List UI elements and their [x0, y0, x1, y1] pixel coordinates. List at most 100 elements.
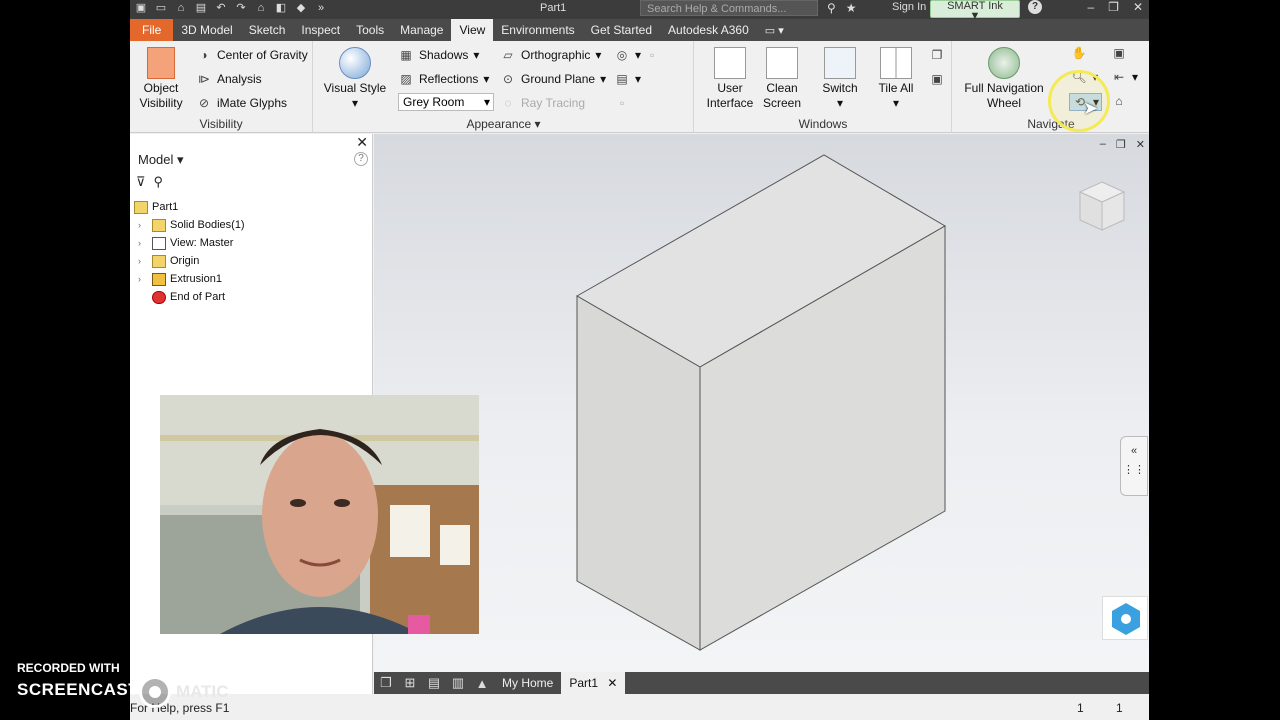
app-logo-icon[interactable]: ▣: [134, 1, 148, 15]
viewcube[interactable]: [1074, 178, 1130, 234]
tree-node-label: End of Part: [170, 291, 226, 303]
center-of-gravity-label: Center of Gravity: [217, 48, 308, 62]
arrange-up-icon[interactable]: ▲: [470, 676, 494, 691]
ray-tracing-button[interactable]: ◌ Ray Tracing: [500, 95, 585, 111]
browser-header[interactable]: Model ▾: [138, 152, 184, 168]
share-view-button[interactable]: [1102, 596, 1148, 640]
new-window-button[interactable]: ▣: [929, 71, 945, 87]
overflow-icon[interactable]: »: [314, 1, 328, 15]
tile-windows-icon[interactable]: ⊞: [398, 675, 422, 691]
open-icon[interactable]: ⌂: [174, 1, 188, 15]
shadows-button[interactable]: ▦ Shadows ▾: [398, 47, 479, 63]
home-icon[interactable]: ⌂: [254, 1, 268, 15]
tile-vertical-icon[interactable]: ▥: [446, 675, 470, 691]
screencast-logo-icon: [139, 676, 171, 708]
switch-button[interactable]: Switch ▾: [813, 47, 867, 111]
help-icon[interactable]: ?: [1028, 0, 1042, 14]
panel-title-windows: Windows: [798, 117, 848, 131]
close-icon[interactable]: ✕: [356, 134, 368, 151]
grip-icon[interactable]: ⋮⋮: [1121, 463, 1147, 476]
tree-node[interactable]: › Origin: [134, 252, 245, 270]
center-of-gravity-button[interactable]: ◑ Center of Gravity: [196, 47, 308, 63]
clean-screen-button[interactable]: Clean Screen: [755, 47, 809, 111]
filter-icon[interactable]: ⊽: [136, 174, 146, 190]
disabled-tool-button[interactable]: ▫: [614, 95, 630, 111]
cascade-button[interactable]: ❐: [929, 47, 945, 63]
tree-node[interactable]: › Solid Bodies(1): [134, 216, 245, 234]
tab-inspect[interactable]: Inspect: [293, 19, 348, 41]
tab-manage[interactable]: Manage: [392, 19, 451, 41]
tab-part1[interactable]: Part1 ✕: [561, 672, 626, 694]
tab-get-started[interactable]: Get Started: [583, 19, 660, 41]
tab-tools[interactable]: Tools: [348, 19, 392, 41]
star-icon[interactable]: ★: [846, 1, 857, 15]
graphics-viewport[interactable]: – ❐ ✕ « ⋮⋮: [374, 134, 1149, 672]
full-navigation-wheel-button[interactable]: Full Navigation Wheel: [961, 47, 1047, 111]
close-icon[interactable]: ✕: [607, 676, 617, 690]
tile-horizontal-icon[interactable]: ▤: [422, 675, 446, 691]
appearance-icon[interactable]: ◧: [274, 1, 288, 15]
tree-node[interactable]: › Extrusion1: [134, 270, 245, 288]
tree-node-label: Part1: [152, 201, 179, 213]
material-icon[interactable]: ◆: [294, 1, 308, 15]
expand-icon[interactable]: ›: [138, 220, 148, 230]
navigation-bar[interactable]: « ⋮⋮: [1120, 436, 1148, 496]
visual-style-button[interactable]: Visual Style ▾: [322, 47, 388, 111]
save-icon[interactable]: ▤: [194, 1, 208, 15]
tab-file[interactable]: File: [130, 19, 174, 41]
model-box[interactable]: [374, 134, 1149, 672]
zoom-extents-button[interactable]: ⇤ ▾: [1111, 69, 1138, 85]
tab-sketch[interactable]: Sketch: [241, 19, 294, 41]
ribbon-options-icon[interactable]: ▭ ▾: [765, 24, 784, 37]
quick-access-toolbar: ▣ ▭ ⌂ ▤ ↶ ↷ ⌂ ◧ ◆ »: [134, 1, 328, 15]
view-icon: [152, 236, 166, 250]
tree-node[interactable]: End of Part: [134, 288, 245, 306]
sphere-style-button[interactable]: ◎ ▾: [614, 47, 641, 63]
section-view-button[interactable]: ▤ ▾: [614, 71, 641, 87]
webcam-overlay: [160, 395, 479, 634]
user-interface-icon: [714, 47, 746, 79]
expand-icon[interactable]: ›: [138, 274, 148, 284]
binoculars-icon[interactable]: ⚲: [154, 174, 164, 190]
pan-button[interactable]: ✋: [1071, 45, 1087, 61]
orthographic-button[interactable]: ▱ Orthographic ▾: [500, 47, 601, 63]
look-at-button[interactable]: ▣: [1111, 45, 1127, 61]
document-tab-bar: ❐ ⊞ ▤ ▥ ▲ My Home Part1 ✕: [374, 672, 1149, 694]
imate-glyphs-button[interactable]: ⊘ iMate Glyphs: [196, 95, 287, 111]
analysis-button[interactable]: ⧐ Analysis: [196, 71, 262, 87]
panel-appearance: Visual Style ▾ ▦ Shadows ▾ ▨ Reflections …: [314, 41, 694, 133]
tile-all-button[interactable]: Tile All ▾: [869, 47, 923, 111]
redo-icon[interactable]: ↷: [234, 1, 248, 15]
ground-plane-button[interactable]: ⊙ Ground Plane ▾: [500, 71, 606, 87]
lighting-style-select[interactable]: Grey Room ▾: [398, 93, 494, 111]
chevron-down-icon: ▾: [483, 95, 490, 109]
smart-ink-button[interactable]: SMART Ink ▼: [930, 0, 1020, 22]
panel-title-appearance: Appearance ▾: [466, 117, 541, 131]
reflections-button[interactable]: ▨ Reflections ▾: [398, 71, 489, 87]
user-interface-button[interactable]: User Interface: [703, 47, 757, 111]
tab-environments[interactable]: Environments: [493, 19, 582, 41]
expand-icon[interactable]: ›: [138, 238, 148, 248]
help-icon[interactable]: ?: [354, 152, 368, 166]
undo-icon[interactable]: ↶: [214, 1, 228, 15]
minimize-icon[interactable]: –: [1087, 0, 1094, 14]
sign-in-link[interactable]: Sign In: [892, 1, 926, 13]
panel-title-visibility: Visibility: [199, 117, 243, 131]
tab-view[interactable]: View: [451, 19, 494, 41]
tab-my-home[interactable]: My Home: [494, 672, 561, 694]
tree-node[interactable]: › View: Master: [134, 234, 245, 252]
binoculars-icon[interactable]: ⚲: [827, 1, 836, 15]
search-input[interactable]: Search Help & Commands...: [640, 0, 818, 16]
restore-icon[interactable]: ❐: [1108, 0, 1119, 14]
cascade-windows-icon[interactable]: ❐: [374, 675, 398, 691]
tab-3d-model[interactable]: 3D Model: [173, 19, 240, 41]
tree-node[interactable]: Part1: [134, 198, 245, 216]
tab-autodesk-a360[interactable]: Autodesk A360: [660, 19, 757, 41]
object-visibility-button[interactable]: Object Visibility: [136, 47, 186, 111]
collapse-icon[interactable]: «: [1121, 445, 1147, 457]
home-view-button[interactable]: ⌂: [1111, 93, 1127, 109]
slice-graphics-button[interactable]: ▫: [644, 47, 660, 63]
new-icon[interactable]: ▭: [154, 1, 168, 15]
close-icon[interactable]: ✕: [1133, 0, 1143, 14]
expand-icon[interactable]: ›: [138, 256, 148, 266]
